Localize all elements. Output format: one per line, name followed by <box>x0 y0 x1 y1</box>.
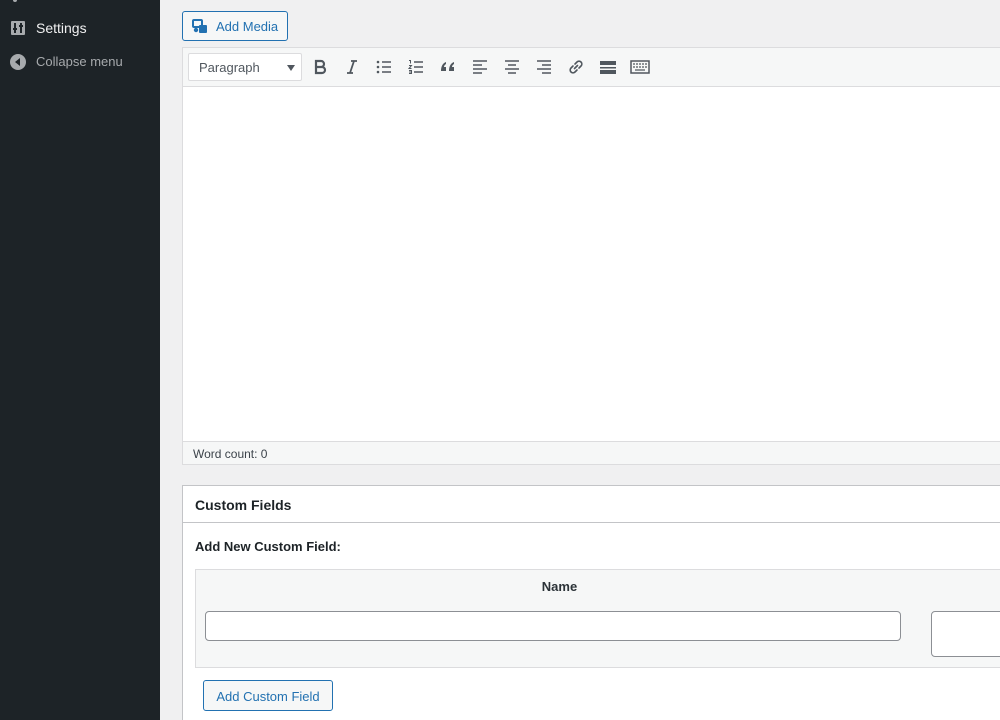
link-button[interactable] <box>564 55 588 79</box>
settings-icon <box>11 21 25 35</box>
align-center-icon <box>505 60 519 74</box>
add-custom-field-button[interactable]: Add Custom Field <box>203 680 333 711</box>
bulleted-list-button[interactable] <box>372 55 396 79</box>
read-more-button[interactable] <box>596 55 620 79</box>
format-select[interactable]: Paragraph <box>188 53 302 81</box>
add-custom-field-label: Add Custom Field <box>216 689 320 704</box>
align-center-button[interactable] <box>500 55 524 79</box>
align-left-button[interactable] <box>468 55 492 79</box>
sidebar-item-settings[interactable]: Settings <box>0 17 160 41</box>
custom-field-name-input[interactable] <box>205 611 901 641</box>
numbered-list-icon <box>407 60 423 74</box>
custom-fields-title: Custom Fields <box>195 497 292 513</box>
menu-icon-fragment <box>13 0 17 2</box>
name-column-header: Name <box>541 579 578 594</box>
editor-toolbar: Paragraph <box>183 48 1000 87</box>
custom-field-value-input[interactable] <box>931 611 1000 657</box>
link-icon <box>569 60 583 74</box>
blockquote-icon <box>441 62 454 71</box>
add-media-label: Add Media <box>216 19 279 34</box>
editor-content-area[interactable] <box>183 88 1000 442</box>
blockquote-button[interactable] <box>436 55 460 79</box>
sidebar-item-label: Settings <box>36 20 87 36</box>
word-count: Word count: 0 <box>193 447 268 461</box>
custom-fields-header[interactable]: Custom Fields <box>183 486 1000 523</box>
read-more-icon <box>600 61 616 74</box>
chevron-down-icon <box>287 65 295 71</box>
editor-statusbar: Word count: 0 <box>183 441 1000 464</box>
bulleted-list-icon <box>376 60 391 74</box>
toolbar-toggle-button[interactable] <box>628 55 652 79</box>
collapse-menu-button[interactable]: Collapse menu <box>0 51 160 73</box>
bold-button[interactable] <box>308 55 332 79</box>
media-icon <box>192 18 210 36</box>
numbered-list-button[interactable] <box>404 55 428 79</box>
admin-sidebar: Settings Collapse menu <box>0 0 160 720</box>
format-select-value: Paragraph <box>199 60 260 75</box>
italic-button[interactable] <box>340 55 364 79</box>
toolbar-toggle-icon <box>630 60 650 74</box>
align-right-button[interactable] <box>532 55 556 79</box>
custom-fields-box: Custom Fields Add New Custom Field: Name… <box>182 485 1000 720</box>
content-editor: Paragraph Word count: 0 <box>182 47 1000 465</box>
custom-field-table: Name <box>195 569 1000 668</box>
sidebar-item-label: Collapse menu <box>36 54 123 69</box>
align-right-icon <box>537 60 551 74</box>
italic-icon <box>347 60 357 74</box>
add-custom-field-heading: Add New Custom Field: <box>195 539 341 554</box>
align-left-icon <box>473 60 487 74</box>
add-media-button[interactable]: Add Media <box>182 11 288 41</box>
bold-icon <box>314 59 327 75</box>
collapse-icon <box>10 54 26 70</box>
